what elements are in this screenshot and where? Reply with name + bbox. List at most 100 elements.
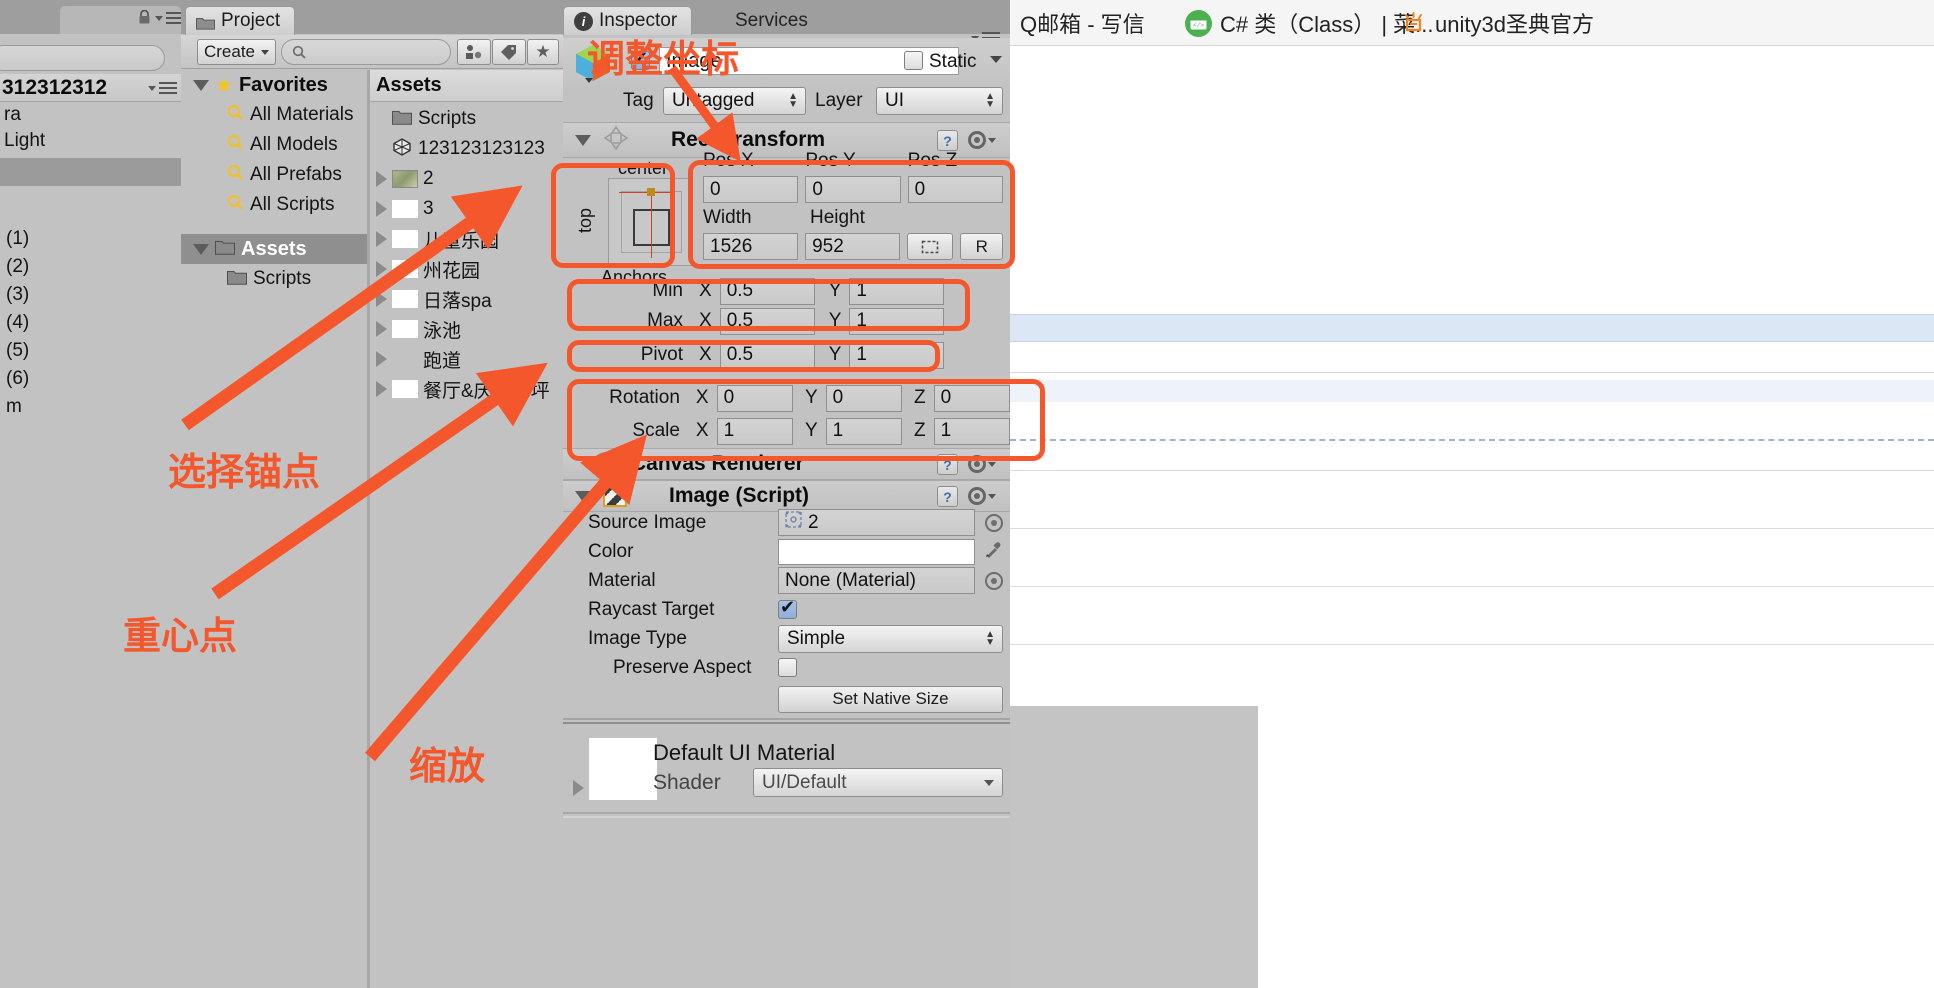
list-item[interactable]: 州花园 [370,254,563,284]
color-swatch-field[interactable] [778,538,975,565]
tree-item-assets[interactable]: Assets [181,234,367,264]
list-item[interactable]: 跑道 [370,344,563,374]
tab-project[interactable]: Project [185,6,296,35]
left-panel-header-menu-icon[interactable] [148,82,177,94]
browser-tab[interactable]: Q邮箱 - 写信 [1020,6,1145,40]
canvas-renderer-header[interactable]: Canvas Renderer ? [563,448,1010,480]
foldout-icon[interactable] [376,201,387,217]
foldout-icon[interactable] [193,79,209,91]
scale-z-input[interactable]: 1 [933,417,1010,445]
tree-item-favorites[interactable]: ★ Favorites [181,70,367,100]
left-panel-selected-row[interactable] [0,158,181,186]
pos-y-input[interactable]: 0 [805,176,901,203]
list-item-label: Scripts [418,108,477,129]
tab-inspector[interactable]: i Inspector [563,6,693,35]
rotation-z-input[interactable]: 0 [933,384,1010,412]
foldout-icon[interactable] [376,231,387,247]
shader-dropdown[interactable]: UI/Default [753,768,1003,797]
project-search-input[interactable] [281,39,451,65]
gear-icon[interactable] [968,487,996,505]
list-item[interactable]: 2 [370,164,563,194]
width-input[interactable]: 1526 [703,233,799,260]
static-dropdown-icon[interactable] [990,56,1002,63]
foldout-icon[interactable] [193,243,209,255]
list-item[interactable]: Light [0,130,181,156]
list-item[interactable]: 餐厅&庆典草坪 [370,374,563,404]
rotation-z-value: 0 [940,387,952,408]
list-item[interactable]: ra [0,104,181,130]
left-panel-menu-icon[interactable] [155,12,184,24]
anchor-min-y-input[interactable]: 1 [849,277,945,305]
pos-x-label: Pos X [703,150,754,171]
foldout-icon[interactable] [376,261,387,277]
unity-icon [392,137,412,161]
image-type-dropdown[interactable]: Simple ▲ ▼ [778,624,1003,653]
foldout-icon[interactable] [376,351,387,367]
content-divider [1010,528,1934,529]
static-checkbox[interactable] [904,51,923,70]
foldout-icon[interactable] [376,291,387,307]
browser-tab[interactable]: </> C# 类（Class） | 菜... [1185,6,1434,40]
foldout-icon[interactable] [376,321,387,337]
help-icon[interactable]: ? [937,486,958,507]
layer-dropdown[interactable]: UI ▲ ▼ [876,87,1003,115]
foldout-icon[interactable] [376,171,387,187]
tag-dropdown[interactable]: Untagged ▲ ▼ [663,87,806,115]
set-native-size-button[interactable]: Set Native Size [778,685,1003,713]
raw-edit-mode-button[interactable] [907,233,954,260]
pos-x-input[interactable]: 0 [703,176,799,203]
rotation-x-input[interactable]: 0 [716,384,793,412]
tree-item-scripts[interactable]: Scripts [181,264,367,294]
source-image-object-field[interactable]: 2 [778,509,975,536]
pos-z-input[interactable]: 0 [907,176,1003,203]
anchor-max-y-input[interactable]: 1 [849,307,945,335]
create-button[interactable]: Create [197,39,276,65]
tab-services[interactable]: Services [725,6,822,35]
anchor-preset-widget[interactable]: center top Anchors [575,158,703,287]
eyedropper-icon[interactable] [983,538,1005,565]
object-picker-icon[interactable] [985,571,1003,590]
object-picker-icon[interactable] [985,513,1003,532]
tree-item-all-scripts[interactable]: All Scripts [181,190,367,220]
scale-x-input[interactable]: 1 [716,417,793,445]
foldout-icon[interactable] [573,780,584,796]
gear-icon[interactable] [968,455,996,473]
filter-favorite-button[interactable]: ★ [527,39,559,65]
scale-y-input[interactable]: 1 [825,417,903,445]
left-search-input[interactable] [0,45,165,71]
blueprint-mode-button[interactable]: R [960,233,1003,260]
rotation-y-input[interactable]: 0 [825,384,903,412]
object-enabled-checkbox[interactable] [631,48,650,70]
filter-label-button[interactable] [492,39,526,65]
anchor-min-x-input[interactable]: 0.5 [719,277,815,305]
anchor-preset-box[interactable] [608,178,693,266]
anchor-max-x-input[interactable]: 0.5 [719,307,815,335]
list-item[interactable]: 日落spa [370,284,563,314]
lock-icon[interactable] [139,9,150,24]
tree-item-all-materials[interactable]: All Materials [181,100,367,130]
foldout-icon[interactable] [575,490,591,502]
tree-item-all-models[interactable]: All Models [181,130,367,160]
list-item[interactable]: Scripts [370,104,563,134]
pos-y-label: Pos Y [805,150,856,171]
tree-item-all-prefabs[interactable]: All Prefabs [181,160,367,190]
list-item[interactable]: 3 [370,194,563,224]
foldout-icon[interactable] [376,381,387,397]
canvas-renderer-title: Canvas Renderer [631,452,804,475]
list-item[interactable]: 儿童乐园 [370,224,563,254]
help-icon[interactable]: ? [937,454,958,475]
pivot-y-input[interactable]: 1 [849,341,945,369]
height-input[interactable]: 952 [805,233,901,260]
material-object-field[interactable]: None (Material) [778,567,975,594]
gear-icon[interactable] [968,131,996,149]
list-item[interactable]: 123123123123 [370,134,563,164]
pivot-x-input[interactable]: 0.5 [719,341,815,369]
list-item[interactable]: 泳池 [370,314,563,344]
preserve-aspect-checkbox[interactable] [778,658,797,677]
browser-tab[interactable]: unity3d圣典官方 [1400,6,1594,40]
filter-type-button[interactable] [457,39,491,65]
help-icon[interactable]: ? [937,130,958,151]
anchors-section: Min X 0.5 Y 1 Max X 0.5 Y 1 [563,276,1010,336]
foldout-icon[interactable] [575,134,591,146]
raycast-target-checkbox[interactable] [778,597,797,619]
